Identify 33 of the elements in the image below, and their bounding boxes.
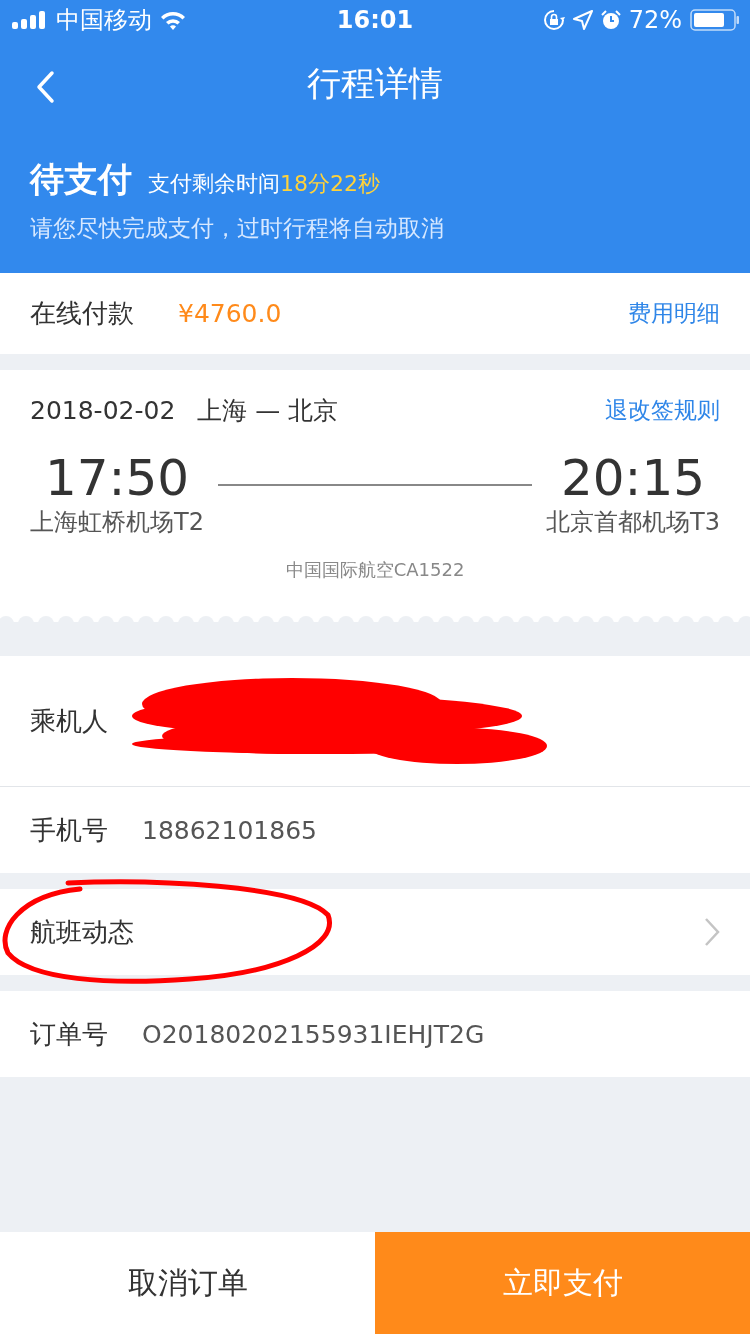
arrival-airport: 北京首都机场T3 — [546, 507, 720, 538]
row-label: 手机号 — [30, 813, 108, 847]
countdown-label: 支付剩余时间 — [148, 170, 280, 198]
fee-details-link[interactable]: 费用明细 — [628, 298, 720, 329]
pay-now-button[interactable]: 立即支付 — [375, 1232, 750, 1334]
alarm-clock-icon — [600, 10, 621, 30]
flight-date: 2018-02-02 — [30, 396, 176, 425]
departure-time: 17:50 — [44, 451, 189, 506]
row-label: 订单号 — [30, 1017, 108, 1051]
row-value: O20180202155931IEHJT2G — [142, 1019, 485, 1049]
departure-airport: 上海虹桥机场T2 — [30, 507, 204, 538]
arrival-time: 20:15 — [561, 451, 706, 506]
rotation-lock-icon — [542, 9, 565, 31]
airline-flight-number: 中国国际航空CA1522 — [285, 558, 465, 582]
signal-icon — [12, 11, 48, 29]
battery-icon — [690, 9, 740, 31]
battery-percent: 72% — [628, 6, 682, 34]
payment-amount: ¥4760.0 — [178, 299, 282, 328]
refund-rules-link[interactable]: 退改签规则 — [605, 395, 720, 426]
row-label: 乘机人 — [30, 704, 108, 738]
flight-route: 上海 — 北京 — [197, 395, 339, 427]
cancel-order-button[interactable]: 取消订单 — [0, 1232, 375, 1334]
row-label: 在线付款 — [30, 297, 134, 330]
row-label: 航班动态 — [30, 915, 134, 949]
wifi-icon — [160, 10, 186, 30]
status-time: 16:01 — [336, 6, 414, 34]
order-status: 待支付 — [30, 158, 132, 201]
page-title: 行程详情 — [307, 62, 443, 105]
countdown-value: 18分22秒 — [280, 170, 380, 198]
location-arrow-icon — [572, 10, 593, 30]
row-value: 18862101865 — [142, 815, 317, 845]
carrier-name: 中国移动 — [56, 5, 152, 36]
payment-notice: 请您尽快完成支付，过时行程将自动取消 — [30, 214, 445, 243]
